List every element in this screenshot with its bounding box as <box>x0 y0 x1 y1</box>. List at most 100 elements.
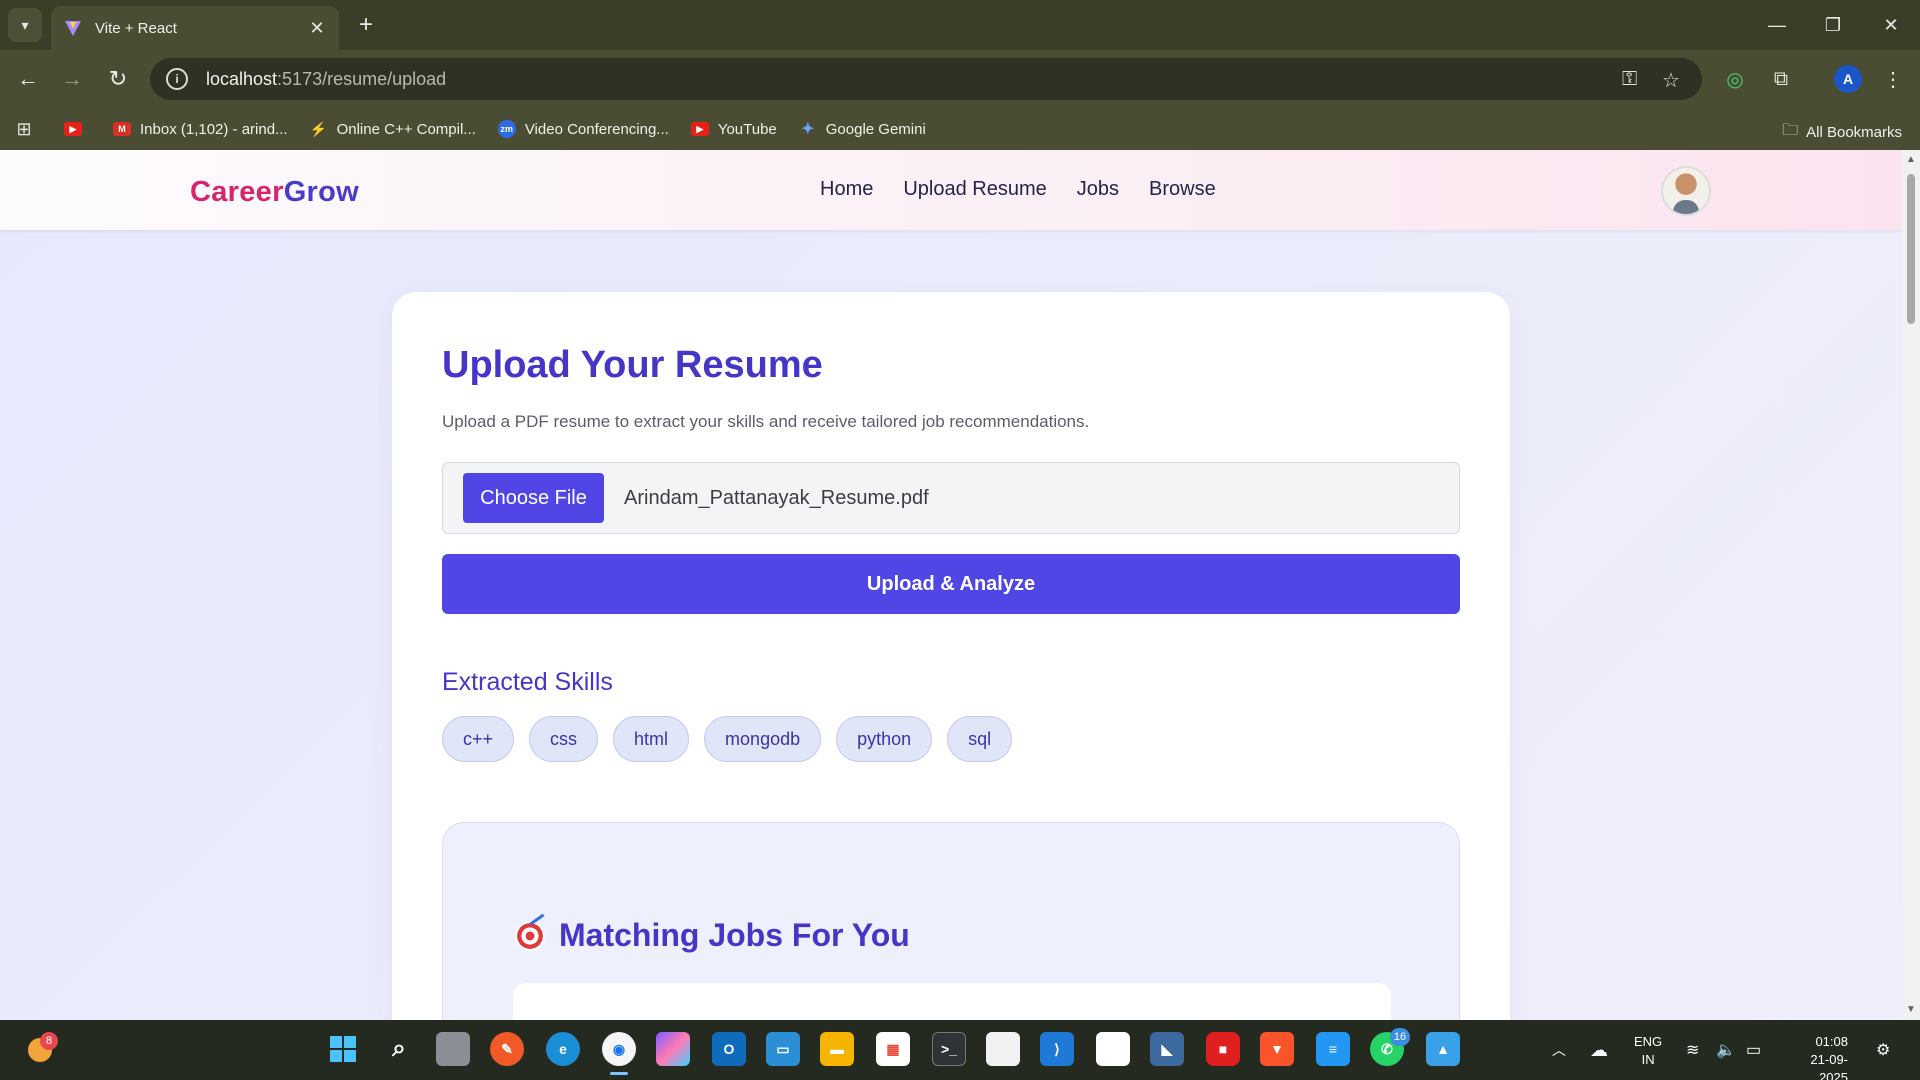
selected-file-name: Arindam_Pattanayak_Resume.pdf <box>624 487 929 509</box>
zoom-icon: zm <box>497 120 516 138</box>
site-navbar: CareerGrow Home Upload Resume Jobs Brows… <box>0 150 1902 230</box>
apps-grid-icon[interactable]: ⊞ <box>12 119 36 139</box>
url-host: localhost <box>206 68 278 89</box>
bookmark-star-icon[interactable]: ☆ <box>1662 68 1680 93</box>
system-clock[interactable]: 01:08 21-09-2025 <box>1782 1033 1848 1080</box>
user-avatar[interactable] <box>1661 166 1711 216</box>
wifi-icon[interactable]: ≋ <box>1686 1020 1699 1080</box>
edge-icon[interactable]: e <box>546 1032 580 1066</box>
battery-icon[interactable]: ▭ <box>1746 1020 1761 1080</box>
app-orange-icon[interactable]: ✎ <box>490 1032 524 1066</box>
youtube-icon: ▶ <box>690 122 709 136</box>
terminal-icon[interactable]: >_ <box>932 1032 966 1066</box>
file-icon[interactable] <box>1096 1032 1130 1066</box>
brand-part-2: Grow <box>283 176 360 208</box>
extensions-puzzle-icon[interactable]: ⧉ <box>1766 64 1796 94</box>
reload-icon[interactable]: ↻ <box>102 63 134 95</box>
all-bookmarks-button[interactable]: 🗀 All Bookmarks <box>1782 119 1902 146</box>
all-bookmarks-label: All Bookmarks <box>1806 124 1902 141</box>
youtube-icon: ▶ <box>64 122 82 136</box>
page-viewport: CareerGrow Home Upload Resume Jobs Brows… <box>0 150 1902 1020</box>
clock-date: 21-09-2025 <box>1810 1052 1848 1080</box>
onedrive-cloud-icon[interactable]: ☁ <box>1590 1020 1608 1080</box>
brave-icon[interactable]: ▼ <box>1260 1032 1294 1066</box>
task-view-icon[interactable] <box>436 1032 470 1066</box>
outlook-icon[interactable]: O <box>712 1032 746 1066</box>
copilot-icon[interactable] <box>656 1032 690 1066</box>
bookmark-label: YouTube <box>717 120 777 138</box>
browser-toolbar: ← → ↻ i localhost:5173/resume/upload ⚿ ☆… <box>0 50 1920 108</box>
page-subtitle: Upload a PDF resume to extract your skil… <box>442 412 1090 431</box>
menu-kebab-icon[interactable]: ⋮ <box>1878 64 1908 94</box>
bookmark-zoom[interactable]: zm Video Conferencing... <box>497 120 669 138</box>
avatar-figure <box>1673 200 1699 214</box>
nav-links: Home Upload Resume Jobs Browse <box>820 178 1246 201</box>
back-arrow-icon[interactable]: ← <box>12 63 44 95</box>
new-tab-plus-icon[interactable]: + <box>352 11 380 39</box>
page-scrollbar[interactable]: ▲ ▼ <box>1902 150 1920 1020</box>
bookmark-gemini[interactable]: ✦ Google Gemini <box>799 121 926 139</box>
gemini-icon: ✦ <box>801 121 815 138</box>
scroll-thumb[interactable] <box>1907 174 1915 324</box>
volume-icon[interactable]: 🔈 <box>1716 1020 1736 1080</box>
file-explorer-icon[interactable]: ▬ <box>820 1032 854 1066</box>
choose-file-button[interactable]: Choose File <box>463 473 604 523</box>
whatsapp-badge: 16 <box>1390 1028 1410 1046</box>
video-app-icon[interactable]: ■ <box>1206 1032 1240 1066</box>
nav-link-home[interactable]: Home <box>820 178 873 201</box>
microsoft-store-icon[interactable]: ▦ <box>876 1032 910 1066</box>
matching-jobs-heading: Matching Jobs For You <box>515 917 910 954</box>
weather-badge: 8 <box>40 1032 58 1050</box>
skills-heading: Extracted Skills <box>442 668 613 696</box>
skill-chip: html <box>613 716 690 762</box>
tab-close-icon[interactable]: ✕ <box>307 18 327 39</box>
vscode-icon[interactable]: ⟩ <box>1040 1032 1074 1066</box>
chrome-icon[interactable]: ◉ <box>602 1032 636 1066</box>
bookmark-label: Online C++ Compil... <box>336 120 476 138</box>
matching-jobs-title: Matching Jobs For You <box>559 917 910 953</box>
minimize-icon[interactable]: — <box>1762 10 1792 40</box>
bookmark-label: Video Conferencing... <box>524 120 669 138</box>
language-indicator[interactable]: ENG IN <box>1634 1033 1662 1069</box>
photos-icon[interactable]: ▲ <box>1426 1032 1460 1066</box>
brand-logo[interactable]: CareerGrow <box>190 176 359 209</box>
job-card[interactable] <box>513 983 1391 1020</box>
upload-card: Upload Your Resume Upload a PDF resume t… <box>392 292 1510 1020</box>
profile-avatar-icon[interactable]: A <box>1834 65 1862 93</box>
skill-chip: mongodb <box>704 716 822 762</box>
bookmark-youtube-1[interactable]: ▶ <box>64 122 91 136</box>
notepad-icon[interactable]: ≡ <box>1316 1032 1350 1066</box>
active-app-indicator <box>610 1072 628 1075</box>
bookmark-gmail[interactable]: M Inbox (1,102) - arind... <box>113 121 288 138</box>
tab-search-chevron-icon[interactable]: ▾ <box>8 8 42 42</box>
bookmark-youtube-2[interactable]: ▶ YouTube <box>690 120 777 138</box>
address-bar[interactable]: i localhost:5173/resume/upload ⚿ ☆ <box>150 58 1702 100</box>
weather-widget[interactable]: 8 <box>24 1032 60 1068</box>
skill-chip: c++ <box>442 716 515 762</box>
nav-link-upload-resume[interactable]: Upload Resume <box>903 178 1046 201</box>
notifications-icon[interactable]: ⚙ <box>1876 1020 1890 1080</box>
scroll-up-arrow-icon[interactable]: ▲ <box>1906 154 1916 165</box>
extension-circle-icon[interactable]: ◎ <box>1720 64 1750 94</box>
restore-icon[interactable]: ❐ <box>1818 10 1848 40</box>
windows-start-icon[interactable] <box>326 1032 360 1066</box>
nav-link-browse[interactable]: Browse <box>1149 178 1216 201</box>
browser-tab-active[interactable]: Vite + React ✕ <box>51 6 339 50</box>
site-info-icon[interactable]: i <box>166 68 188 90</box>
browser-tab-strip: ▾ Vite + React ✕ + — ❐ ✕ <box>0 0 1920 50</box>
password-key-icon[interactable]: ⚿ <box>1622 68 1637 91</box>
screen-app-icon[interactable]: ▭ <box>766 1032 800 1066</box>
file-input[interactable]: Choose File Arindam_Pattanayak_Resume.pd… <box>442 462 1460 534</box>
scroll-down-arrow-icon[interactable]: ▼ <box>1906 1004 1916 1015</box>
nav-link-jobs[interactable]: Jobs <box>1077 178 1119 201</box>
window-close-icon[interactable]: ✕ <box>1876 10 1906 40</box>
mysql-icon[interactable]: ◣ <box>1150 1032 1184 1066</box>
bookmark-label: Inbox (1,102) - arind... <box>140 120 288 138</box>
tray-overflow-chevron-icon[interactable]: ︿ <box>1552 1020 1566 1080</box>
tab-title: Vite + React <box>95 19 177 37</box>
forward-arrow-icon[interactable]: → <box>56 63 88 95</box>
search-icon[interactable]: ⌕ <box>382 1032 416 1066</box>
upload-analyze-button[interactable]: Upload & Analyze <box>442 554 1460 614</box>
bookmark-cpp-compiler[interactable]: ⚡ Online C++ Compil... <box>310 121 476 138</box>
document-icon[interactable] <box>986 1032 1020 1066</box>
